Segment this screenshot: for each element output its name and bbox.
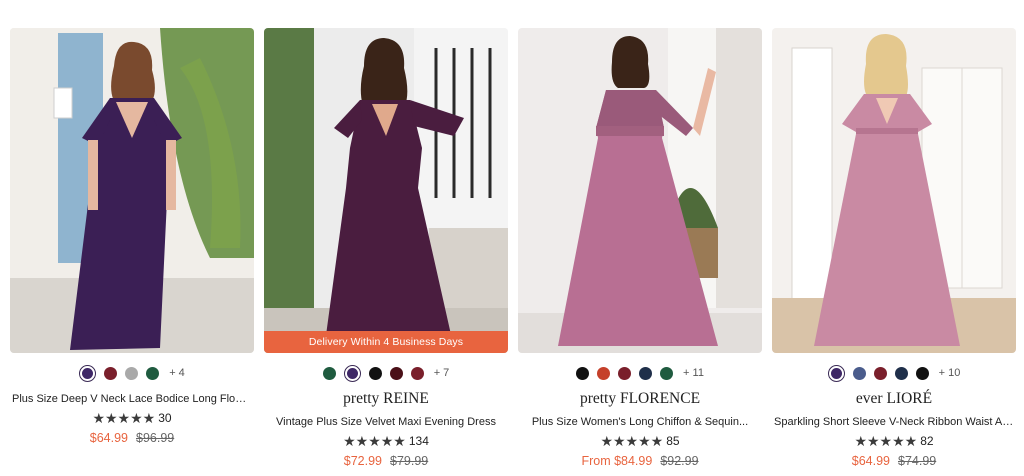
color-swatches: + 10 bbox=[827, 364, 961, 382]
price: $72.99 $79.99 bbox=[344, 453, 428, 469]
color-swatch[interactable] bbox=[146, 366, 160, 380]
sale-price: $64.99 bbox=[89, 431, 128, 445]
brand-name[interactable]: pretty FLORENCE bbox=[580, 390, 700, 408]
color-swatch-selected[interactable] bbox=[79, 364, 97, 382]
product-image[interactable] bbox=[10, 28, 254, 353]
brand-name[interactable]: ever LIORÉ bbox=[856, 390, 932, 408]
product-image[interactable] bbox=[772, 28, 1016, 353]
brand-name[interactable]: pretty REINE bbox=[343, 390, 429, 408]
original-price: $79.99 bbox=[390, 454, 429, 468]
color-swatch[interactable] bbox=[894, 366, 908, 380]
delivery-badge: Delivery Within 4 Business Days bbox=[264, 331, 508, 353]
more-colors[interactable]: + 11 bbox=[683, 367, 704, 379]
rating: ★★★★★ 82 bbox=[854, 433, 933, 449]
star-rating-icon: ★★★★★ bbox=[600, 433, 664, 449]
more-colors[interactable]: + 10 bbox=[939, 367, 961, 379]
color-swatch[interactable] bbox=[576, 366, 590, 380]
color-swatch[interactable] bbox=[639, 366, 653, 380]
color-swatch[interactable] bbox=[915, 366, 929, 380]
color-swatch[interactable] bbox=[104, 366, 118, 380]
original-price: $74.99 bbox=[898, 454, 937, 468]
star-rating-icon: ★★★★★ bbox=[854, 433, 918, 449]
product-image[interactable]: Delivery Within 4 Business Days bbox=[264, 28, 508, 353]
more-colors[interactable]: + 7 bbox=[434, 367, 450, 379]
color-swatch-selected[interactable] bbox=[827, 364, 845, 382]
color-swatches: + 4 bbox=[79, 364, 185, 382]
product-name[interactable]: Plus Size Women's Long Chiffon & Sequin.… bbox=[520, 415, 760, 429]
price: $64.99 $74.99 bbox=[852, 453, 936, 469]
price: From $84.99 $92.99 bbox=[581, 453, 698, 469]
product-photo bbox=[772, 28, 1016, 353]
star-rating-icon: ★★★★★ bbox=[343, 433, 406, 449]
color-swatch-selected[interactable] bbox=[343, 364, 361, 382]
sale-price: From $84.99 bbox=[581, 454, 653, 468]
color-swatch[interactable] bbox=[660, 366, 674, 380]
rating: ★★★★★ 85 bbox=[600, 433, 679, 449]
sale-price: $72.99 bbox=[343, 454, 382, 468]
product-card[interactable]: + 10 ever LIORÉ Sparkling Short Sleeve V… bbox=[772, 28, 1016, 469]
review-count: 82 bbox=[920, 434, 934, 448]
color-swatch[interactable] bbox=[410, 366, 424, 380]
color-swatch[interactable] bbox=[852, 366, 866, 380]
color-swatch[interactable] bbox=[322, 366, 336, 380]
color-swatches: + 11 bbox=[576, 365, 704, 381]
color-swatches: + 7 bbox=[322, 364, 450, 382]
product-image[interactable] bbox=[518, 28, 762, 353]
color-swatch[interactable] bbox=[618, 366, 632, 380]
sale-price: $64.99 bbox=[851, 454, 890, 468]
product-card[interactable]: + 4 Plus Size Deep V Neck Lace Bodice Lo… bbox=[10, 28, 254, 469]
color-swatch[interactable] bbox=[597, 366, 611, 380]
product-photo bbox=[518, 28, 762, 353]
color-swatch[interactable] bbox=[873, 366, 887, 380]
more-colors[interactable]: + 4 bbox=[169, 367, 185, 379]
rating: ★★★★★ 30 bbox=[92, 410, 171, 426]
rating: ★★★★★ 134 bbox=[343, 433, 429, 449]
product-card[interactable]: + 11 pretty FLORENCE Plus Size Women's L… bbox=[518, 28, 762, 469]
original-price: $96.99 bbox=[136, 431, 175, 445]
star-rating-icon: ★★★★★ bbox=[92, 410, 156, 426]
product-name[interactable]: Plus Size Deep V Neck Lace Bodice Long F… bbox=[12, 392, 252, 406]
product-name[interactable]: Vintage Plus Size Velvet Maxi Evening Dr… bbox=[266, 415, 506, 429]
review-count: 134 bbox=[408, 434, 429, 448]
review-count: 30 bbox=[158, 411, 172, 425]
color-swatch[interactable] bbox=[368, 366, 382, 380]
product-card[interactable]: Delivery Within 4 Business Days + 7 pret… bbox=[264, 28, 508, 469]
product-grid: + 4 Plus Size Deep V Neck Lace Bodice Lo… bbox=[10, 28, 1016, 469]
review-count: 85 bbox=[666, 434, 680, 448]
original-price: $92.99 bbox=[660, 454, 699, 468]
product-photo bbox=[10, 28, 254, 353]
color-swatch[interactable] bbox=[389, 366, 403, 380]
color-swatch[interactable] bbox=[125, 366, 139, 380]
product-name[interactable]: Sparkling Short Sleeve V-Neck Ribbon Wai… bbox=[774, 415, 1014, 429]
price: $64.99 $96.99 bbox=[90, 430, 174, 446]
product-photo bbox=[264, 28, 508, 353]
